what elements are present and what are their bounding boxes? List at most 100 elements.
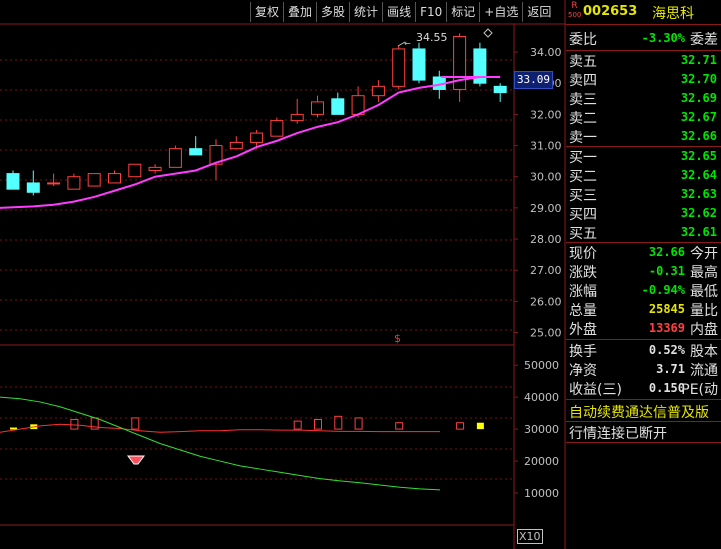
badge-r: R xyxy=(571,1,578,11)
ask-row: 卖一 32.66 xyxy=(566,127,721,147)
candle xyxy=(311,95,324,118)
badge-num: 500 xyxy=(568,11,582,19)
price-tick: 27.00 xyxy=(530,264,562,277)
candle xyxy=(493,83,507,102)
quote-row-label2: 最高 xyxy=(690,265,718,281)
high-price-marker: ← 34.55 xyxy=(397,31,448,48)
volume-tick: 20000 xyxy=(524,455,559,468)
quote-row: 涨跌 -0.31 最高 xyxy=(566,262,721,282)
volume-bar xyxy=(476,422,484,430)
candle xyxy=(67,173,81,190)
price-axis: 34.0033.0032.0031.0030.0029.0028.0027.00… xyxy=(514,46,562,340)
finance-row: 收益(三) 0.150 PE(动 xyxy=(566,379,721,399)
bid-row-label: 买三 xyxy=(569,188,597,204)
ask-row: 卖四 32.70 xyxy=(566,70,721,90)
volume-ma-green xyxy=(0,396,441,491)
high-price-label: 34.55 xyxy=(416,31,448,44)
candle xyxy=(371,80,385,102)
candle xyxy=(453,33,467,102)
ask-row-value: 32.70 xyxy=(680,72,717,86)
quote-row-label2: 内盘 xyxy=(690,322,718,338)
weibi-label: 委比 xyxy=(569,32,597,48)
quote-row: 涨幅 -0.94% 最低 xyxy=(566,281,721,301)
toolbar-button-5[interactable]: F10 xyxy=(415,2,446,22)
price-tick: 29.00 xyxy=(530,202,562,215)
toolbar-button-8[interactable]: 返回 xyxy=(522,2,555,22)
quote-row: 现价 32.66 今开 xyxy=(566,243,721,263)
bid-row-label: 买二 xyxy=(569,169,597,185)
ask-row-label: 卖二 xyxy=(569,111,597,127)
connection-status: 行情连接已断开 xyxy=(569,426,667,442)
quote-panel: R 500 002653 海思科 委比 -3.30% 委差 卖五 32.71 卖四 3… xyxy=(566,0,721,549)
stock-name: 海思科 xyxy=(652,6,694,22)
ask-row-label: 卖三 xyxy=(569,92,597,108)
bid-row-value: 32.65 xyxy=(680,149,717,163)
signal-s-icon: $ xyxy=(394,332,401,345)
candle xyxy=(290,98,304,124)
bid-row-value: 32.64 xyxy=(680,168,717,182)
candle xyxy=(6,170,20,190)
stock-badge: R 500 xyxy=(568,1,581,23)
toolbar-button-1[interactable]: 叠加 xyxy=(283,2,316,22)
toolbar-button-3[interactable]: 统计 xyxy=(349,2,382,22)
ask-row: 卖五 32.71 xyxy=(566,51,721,71)
finance-row-value: 3.71 xyxy=(656,362,685,376)
ask-row: 卖二 32.67 xyxy=(566,108,721,128)
candle xyxy=(189,136,203,156)
bid-row-value: 32.63 xyxy=(680,187,717,201)
quote-row-label: 涨幅 xyxy=(569,284,597,300)
candle xyxy=(168,145,182,168)
ask-row-value: 32.69 xyxy=(680,91,717,105)
bid-row-value: 32.61 xyxy=(680,225,717,239)
volume-tick: 30000 xyxy=(524,423,559,436)
svg-text:$: $ xyxy=(394,332,401,345)
price-tick: 25.00 xyxy=(530,327,562,340)
finance-row-label2: 流通 xyxy=(690,363,718,379)
volume-bar xyxy=(10,427,17,430)
candle xyxy=(412,42,426,84)
quote-row-value: -0.31 xyxy=(648,264,685,278)
quote-row-value: 32.66 xyxy=(648,245,685,259)
toolbar-button-7[interactable]: +自选 xyxy=(479,2,522,22)
quote-row: 总量 25845 量比 xyxy=(566,300,721,320)
volume-bar xyxy=(314,419,322,430)
quote-row-value: 13369 xyxy=(648,321,685,335)
weibi-value: -3.30% xyxy=(641,31,685,45)
bid-row: 买二 32.64 xyxy=(566,166,721,186)
bid-row-value: 32.62 xyxy=(680,206,717,220)
svg-text:←: ← xyxy=(404,39,411,48)
stock-code: 002653 xyxy=(583,4,638,19)
candle xyxy=(148,164,162,174)
price-tick: 28.00 xyxy=(530,233,562,246)
candle xyxy=(108,170,121,184)
volume-bar xyxy=(131,417,140,430)
kline-chart[interactable]: $ ← 34.55 34.0033.0032.0031.0030.0029.00… xyxy=(0,0,566,549)
finance-row-value: 0.52% xyxy=(648,343,685,357)
toolbar-button-2[interactable]: 多股 xyxy=(316,2,349,22)
candle xyxy=(128,163,142,178)
toolbar-button-0[interactable]: 复权 xyxy=(250,2,283,22)
candle xyxy=(47,173,61,187)
diamond-marker-icon xyxy=(483,28,493,38)
finance-row-label: 收益(三) xyxy=(569,382,622,398)
bid-row-label: 买四 xyxy=(569,207,597,223)
subscription-notice[interactable]: 自动续费通达信普及版 xyxy=(569,402,709,422)
quote-row-label2: 量比 xyxy=(690,303,718,319)
quote-row-label2: 最低 xyxy=(690,284,718,300)
candle xyxy=(331,92,345,115)
current-price-tag: 33.09 xyxy=(514,71,553,90)
bid-row: 买五 32.61 xyxy=(566,223,721,243)
bid-row: 买三 32.63 xyxy=(566,185,721,205)
candle xyxy=(229,136,243,150)
quote-row-label: 现价 xyxy=(569,246,597,262)
finance-row-label2: 股本 xyxy=(690,344,718,360)
toolbar-button-6[interactable]: 标记 xyxy=(446,2,479,22)
price-tick: 34.00 xyxy=(530,46,562,59)
bid-row-label: 买一 xyxy=(569,150,597,166)
candle xyxy=(87,173,101,187)
volume-tick: 40000 xyxy=(524,391,559,404)
candle xyxy=(26,170,40,196)
price-tick: 31.00 xyxy=(530,140,562,153)
bid-row-label: 买五 xyxy=(569,226,597,242)
toolbar-button-4[interactable]: 画线 xyxy=(382,2,415,22)
